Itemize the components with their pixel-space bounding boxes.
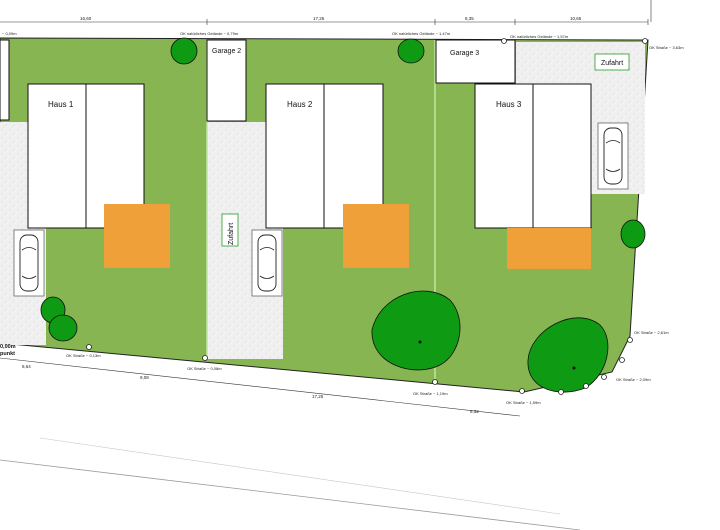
tree-icon (170, 37, 198, 65)
tree-icon (620, 219, 646, 249)
survey-marker-icon (601, 374, 607, 380)
tree-center (572, 366, 576, 370)
car-icon (13, 229, 45, 297)
dimension-label: 8,64 (22, 364, 31, 369)
terrace-1 (104, 204, 170, 268)
survey-marker-icon (86, 344, 92, 350)
house-1-label: Haus 1 (48, 100, 74, 109)
house-2-label: Haus 2 (287, 100, 313, 109)
driveway-label-vertical: Zufahrt (221, 213, 239, 247)
dimension-label: 17,25 (313, 16, 325, 21)
survey-marker-icon (519, 388, 525, 394)
driveway-label-horizontal: Zufahrt (594, 53, 630, 71)
elevation-note: OK Straße ~ 1,19m (413, 391, 448, 396)
elevation-note: OK natürliches Gelände ~ 0,79m (180, 31, 239, 36)
survey-marker-icon (202, 355, 208, 361)
reference-label: punkt (0, 351, 15, 357)
survey-marker-icon (501, 38, 507, 44)
elevation-note: OK Straße ~ 3,63m (649, 45, 684, 50)
driveway-label-text: Zufahrt (601, 60, 623, 67)
garage-3-label: Garage 3 (450, 50, 479, 57)
dimension-label: 16,60 (80, 16, 92, 21)
site-plan: Haus 1 Haus 2 Haus 3 Garage 2 Garage 3 Z… (0, 0, 720, 530)
car-icon (597, 122, 629, 190)
dimension-label: 10,65 (570, 16, 582, 21)
elevation-note: OK natürliches Gelände ~ 1,47m (392, 31, 451, 36)
survey-marker-icon (583, 383, 589, 389)
terrace-2 (343, 204, 409, 268)
elevation-note: OK Straße ~ 2,61m (634, 330, 669, 335)
survey-marker-icon (432, 379, 438, 385)
dimension-label: 8,35 (465, 16, 474, 21)
survey-marker-icon (558, 389, 564, 395)
survey-marker-icon (619, 357, 625, 363)
elevation-note: OK natürliches Gelände ~ 1,57m (510, 34, 569, 39)
elevation-note: ~ 0,09m (2, 31, 17, 36)
house-3-label: Haus 3 (496, 100, 522, 109)
tree-icon (48, 314, 78, 342)
terrace-3 (507, 228, 591, 269)
car-icon (251, 229, 283, 297)
garage-3: Garage 3 (435, 39, 516, 84)
garage-2: Garage 2 (206, 39, 247, 122)
garage-2-label: Garage 2 (212, 48, 241, 55)
dimension-label: 17,25 (312, 394, 324, 399)
dimension-label: 9,32 (470, 409, 479, 414)
tree-center (418, 340, 422, 344)
driveway-label-text: Zufahrt (228, 223, 235, 245)
survey-marker-icon (642, 38, 648, 44)
elevation-note: OK Straße ~ 2,09m (616, 377, 651, 382)
reference-value: 0,00m (0, 344, 16, 350)
house-3: Haus 3 (474, 83, 592, 229)
tree-icon (397, 38, 425, 64)
elevation-note: OK Straße ~ 1,59m (506, 400, 541, 405)
elevation-note: OK Straße ~ 0,13m (66, 353, 101, 358)
house-0-edge (0, 39, 10, 121)
dimension-label: 9,08 (140, 375, 149, 380)
survey-marker-icon (627, 337, 633, 343)
elevation-note: OK Straße ~ 0,08m (187, 366, 222, 371)
